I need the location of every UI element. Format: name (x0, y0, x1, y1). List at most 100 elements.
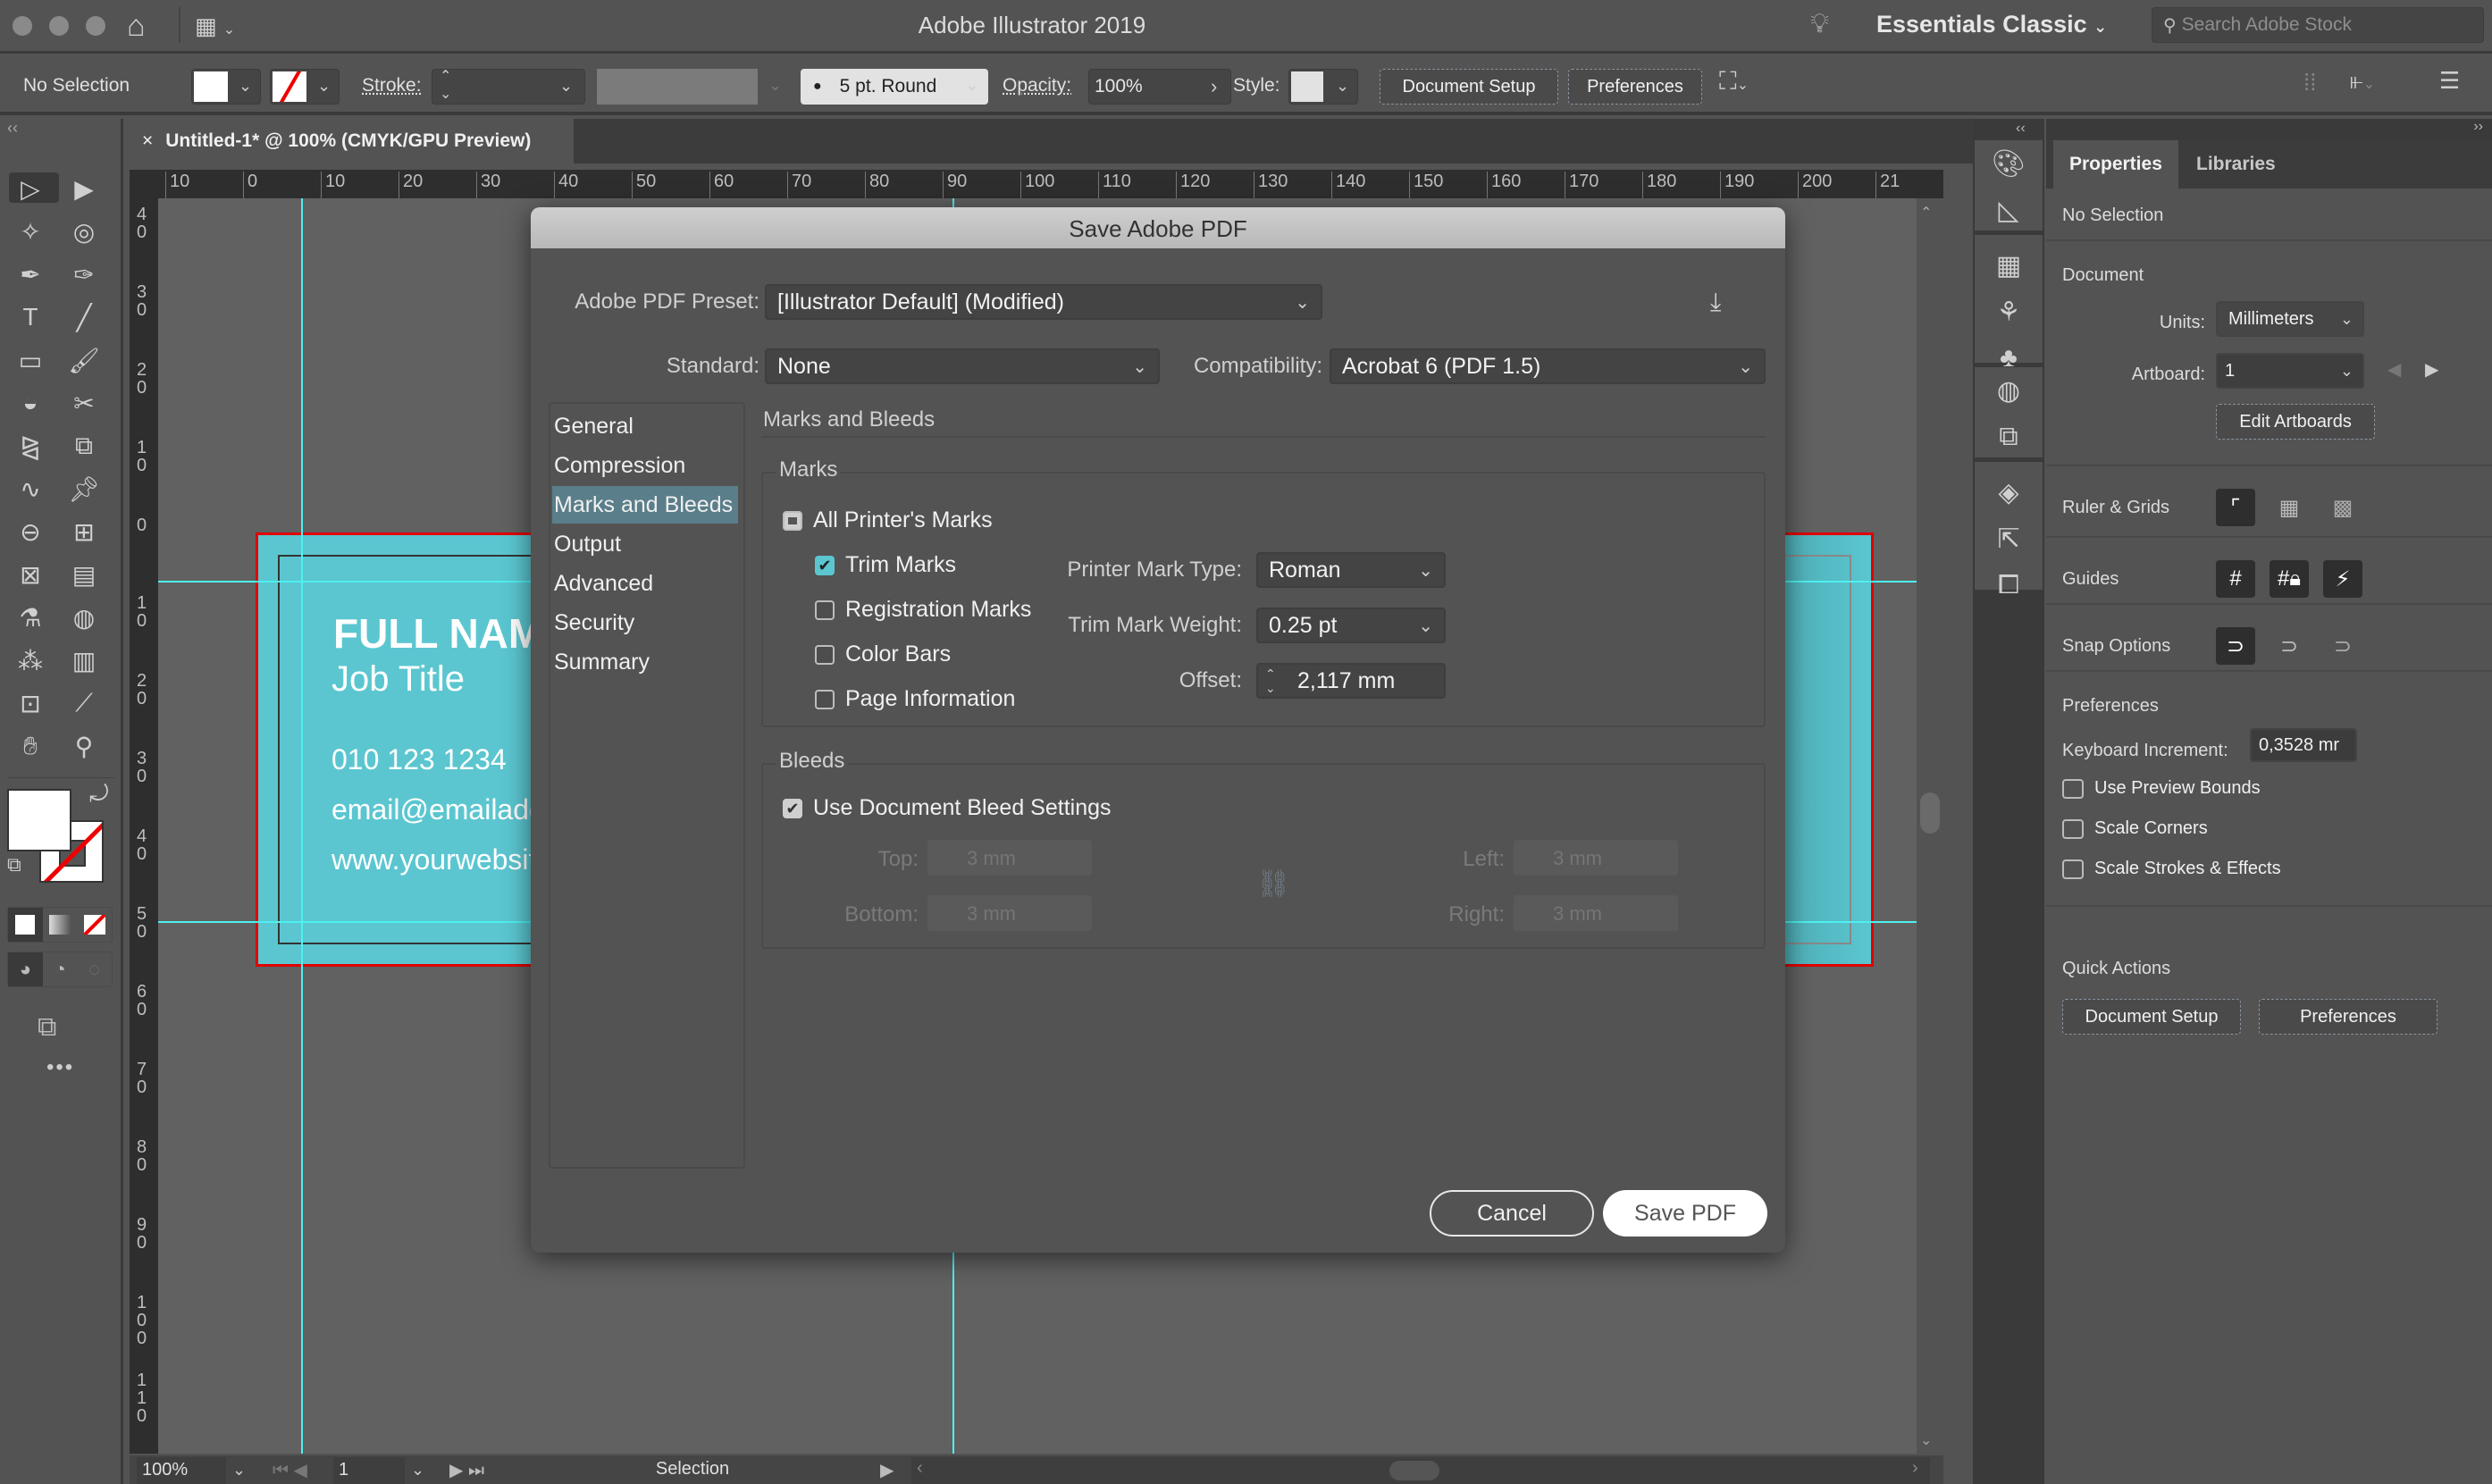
unchecked-checkbox[interactable] (815, 644, 835, 665)
swap-fill-stroke-icon[interactable]: ⤾ (89, 780, 109, 809)
next-artboard-icon[interactable]: ▶ (2425, 358, 2438, 381)
graph-tool-icon[interactable]: ▥ (63, 641, 105, 679)
nav-summary[interactable]: Summary (552, 643, 738, 681)
workspace-switcher[interactable]: Essentials Classic ⌄ (1876, 11, 2107, 38)
warp-tool-icon[interactable]: ∿ (9, 470, 52, 507)
vertical-scrollbar[interactable]: ⌃ ⌄ (1917, 198, 1943, 1454)
nav-output[interactable]: Output (552, 525, 738, 563)
type-tool-icon[interactable]: T (9, 298, 52, 336)
blend-tool-icon[interactable]: ◍ (63, 599, 105, 636)
edit-artboards-button[interactable]: Edit Artboards (2216, 404, 2375, 440)
checkbox-box[interactable] (2062, 859, 2084, 879)
nav-advanced[interactable]: Advanced (552, 565, 738, 602)
tab-libraries[interactable]: Libraries (2180, 140, 2291, 189)
draw-inside-icon[interactable]: ◌ (77, 952, 112, 986)
variable-width-profile[interactable] (597, 69, 758, 105)
color-panel-icon[interactable]: 🎨︎ (1975, 140, 2043, 187)
scroll-left-icon[interactable]: ‹ (917, 1458, 923, 1479)
smart-guides-icon[interactable]: ⚡︎ (2323, 560, 2362, 598)
perspective-grid-tool-icon[interactable]: ⊞ (63, 513, 105, 550)
none-mode-button[interactable] (77, 908, 112, 942)
default-fill-stroke-icon[interactable]: ⧉ (7, 853, 21, 876)
previous-artboard-icon[interactable]: ◀ (2387, 358, 2401, 381)
reflect-tool-icon[interactable]: ⧎ (9, 427, 52, 465)
cancel-button[interactable]: Cancel (1430, 1190, 1594, 1237)
curvature-tool-icon[interactable]: ✑ (63, 256, 105, 293)
nav-general[interactable]: General (552, 407, 738, 445)
snap-to-pixel-icon[interactable]: ⊃ (2323, 627, 2362, 665)
scrollbar-thumb[interactable] (1389, 1461, 1439, 1480)
units-select[interactable]: Millimeters ⌄ (2216, 301, 2364, 337)
more-tools-icon[interactable]: ••• (46, 1055, 74, 1080)
search-stock-input[interactable]: ⚲ Search Adobe Stock (2152, 7, 2484, 43)
selection-tool-icon[interactable]: ▷ (9, 170, 52, 207)
close-tab-icon[interactable]: × (142, 130, 153, 152)
direct-selection-tool-icon[interactable]: ▶ (63, 170, 105, 207)
screen-mode-icon[interactable]: ⧉ (38, 1012, 56, 1043)
slice-tool-icon[interactable]: ⟋ (63, 684, 105, 722)
eyedropper-tool-icon[interactable]: ⚗ (9, 599, 52, 636)
snap-to-grid-icon[interactable]: ⊃ (2270, 627, 2309, 665)
brushes-panel-icon[interactable]: ⚘ (1975, 289, 2043, 335)
artboard-select[interactable]: 1 ⌄ (2216, 353, 2364, 389)
nav-security[interactable]: Security (552, 604, 738, 641)
appearance-panel-icon[interactable]: ◍ (1975, 367, 2043, 414)
checkbox-box[interactable] (2062, 778, 2084, 799)
zoom-tool-icon[interactable]: ⚲ (63, 727, 105, 765)
artboard-phone[interactable]: 010 123 1234 (331, 743, 507, 776)
shaper-tool-icon[interactable]: ◒ (9, 384, 52, 422)
graphic-style-picker[interactable]: ⌄ (1288, 69, 1358, 105)
preset-select[interactable]: [Illustrator Default] (Modified) ⌄ (765, 284, 1322, 320)
horizontal-scrollbar[interactable]: ‹ › (911, 1457, 1930, 1484)
magic-wand-tool-icon[interactable]: ✧ (9, 213, 52, 250)
mixed-checkbox[interactable] (783, 510, 802, 531)
panel-menu-icon[interactable]: ☰ (2439, 67, 2460, 95)
nav-marks-and-bleeds[interactable]: Marks and Bleeds (552, 486, 738, 524)
transform-select-icon[interactable]: ⛶⌄ (1719, 67, 1749, 96)
tab-properties[interactable]: Properties (2053, 140, 2178, 189)
save-pdf-button[interactable]: Save PDF (1603, 1190, 1767, 1237)
status-menu-icon[interactable]: ▶︎ (880, 1459, 894, 1481)
scale-strokes-effects-checkbox[interactable]: Scale Strokes & Effects (2062, 859, 2281, 879)
isolate-icon[interactable]: ⫦⌄ (2350, 67, 2375, 96)
gradient-tool-icon[interactable]: ▤ (63, 556, 105, 593)
puppet-warp-tool-icon[interactable]: 📌︎ (63, 470, 105, 507)
vertical-ruler[interactable]: 40 30 20 10 0 10 20 30 40 50 60 70 80 90 100 110 (130, 198, 158, 1454)
horizontal-ruler[interactable]: 10 0 10 20 30 40 50 60 70 80 90 100 110 120 130 140 150 1… (130, 170, 1943, 198)
rulers-toggle-icon[interactable]: ⌜ (2216, 489, 2255, 526)
scale-corners-checkbox[interactable]: Scale Corners (2062, 818, 2208, 839)
lock-guides-icon[interactable]: #🔒︎ (2270, 560, 2309, 598)
stroke-weight-field[interactable]: ⌃ ⌄ ⌄ (432, 69, 585, 105)
grid-toggle-icon[interactable]: ▦ (2270, 489, 2309, 526)
align-icon[interactable]: ⁞⁞ (2303, 69, 2316, 96)
brush-definition-select[interactable]: ● 5 pt. Round (801, 69, 988, 105)
swatches-panel-icon[interactable]: ▦ (1975, 242, 2043, 289)
keyboard-increment-field[interactable]: 0,3528 mr (2250, 728, 2357, 762)
scale-tool-icon[interactable]: ⧉ (63, 427, 105, 465)
guide-vertical[interactable] (301, 198, 303, 1454)
hand-tool-icon[interactable]: ✋︎ (9, 727, 52, 765)
artboards-panel-icon[interactable]: ⧠ (1975, 562, 2043, 608)
next-artboard-icon[interactable]: ▶︎ ⏭︎ (449, 1459, 484, 1481)
graphic-styles-panel-icon[interactable]: ⧉ (1975, 414, 2043, 460)
quick-document-setup-button[interactable]: Document Setup (2062, 999, 2241, 1035)
color-bars-checkbox[interactable]: Color Bars (815, 641, 951, 667)
artboard-job-title[interactable]: Job Title (331, 659, 465, 700)
first-artboard-icon[interactable]: ⏮︎ ◀︎ (273, 1459, 307, 1481)
fill-color-picker[interactable]: ⌄ (191, 69, 261, 105)
color-guide-panel-icon[interactable]: ◺ (1975, 187, 2043, 233)
stroke-color-picker[interactable]: ⌄ (270, 69, 340, 105)
show-guides-icon[interactable]: # (2216, 560, 2255, 598)
symbol-sprayer-tool-icon[interactable]: ⁂ (9, 641, 52, 679)
printer-mark-type-select[interactable]: Roman ⌄ (1256, 552, 1446, 588)
pen-tool-icon[interactable]: ✒ (9, 256, 52, 293)
use-document-bleed-checkbox[interactable]: ✔ Use Document Bleed Settings (783, 795, 1112, 821)
draw-behind-icon[interactable]: ◔ (43, 952, 78, 986)
scroll-right-icon[interactable]: › (1912, 1458, 1918, 1479)
lasso-tool-icon[interactable]: ◎ (63, 213, 105, 250)
artboard-dropdown-icon[interactable]: ⌄ (411, 1461, 424, 1480)
opacity-label[interactable]: Opacity: (1003, 75, 1071, 96)
trim-mark-weight-select[interactable]: 0.25 pt ⌄ (1256, 608, 1446, 643)
registration-marks-checkbox[interactable]: Registration Marks (815, 597, 1031, 623)
gradient-mode-button[interactable] (43, 908, 78, 942)
